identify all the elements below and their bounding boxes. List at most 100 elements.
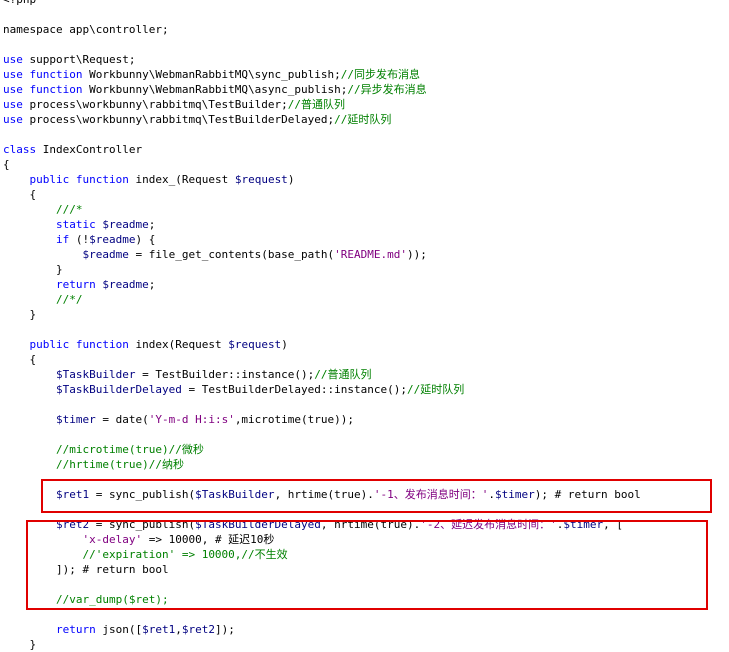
code-line: $readme = file_get_contents(base_path('R… <box>3 247 427 262</box>
code-token: use <box>3 98 23 111</box>
code-line: { <box>3 157 10 172</box>
highlight-box-ret2 <box>26 520 708 610</box>
code-token: //延时队列 <box>407 383 465 396</box>
code-token: Workbunny\WebmanRabbitMQ\async_publish; <box>82 83 348 96</box>
code-token: return <box>55 278 96 291</box>
code-line: { <box>3 352 36 367</box>
code-token: $readme <box>102 218 149 231</box>
code-token: use <box>3 113 23 126</box>
code-token: } <box>3 263 63 276</box>
code-token: = file_get_contents(base_path( <box>128 248 335 261</box>
code-token: (! <box>69 233 90 246</box>
code-line: //hrtime(true)//纳秒 <box>3 457 184 472</box>
code-token: ; <box>148 218 156 231</box>
code-token: Workbunny\WebmanRabbitMQ\sync_publish; <box>82 68 341 81</box>
code-token: public <box>29 338 70 351</box>
code-line: $timer = date('Y-m-d H:i:s',microtime(tr… <box>3 412 354 427</box>
code-line: //*/ <box>3 292 83 307</box>
code-token: static <box>55 218 96 231</box>
code-token: process\workbunny\rabbitmq\TestBuilder; <box>22 98 288 111</box>
code-line: } <box>3 637 36 652</box>
code-line: use support\Request; <box>3 52 135 67</box>
code-token: ) <box>287 173 295 186</box>
code-token: = TestBuilderDelayed::instance(); <box>181 383 407 396</box>
code-token: 'Y-m-d H:i:s' <box>148 413 235 426</box>
code-line: use function Workbunny\WebmanRabbitMQ\sy… <box>3 67 420 82</box>
code-token: function <box>75 338 129 351</box>
code-token: //普通队列 <box>314 368 372 381</box>
code-line: { <box>3 187 36 202</box>
code-line: <?php <box>3 0 36 7</box>
code-token: $timer <box>55 413 96 426</box>
code-token: $request <box>234 173 288 186</box>
code-token: index_(Request <box>128 173 235 186</box>
code-token: use <box>3 68 23 81</box>
code-token: return <box>55 623 96 636</box>
code-token: { <box>3 353 37 366</box>
code-token: , <box>175 623 182 636</box>
code-line: if (!$readme) { <box>3 232 155 247</box>
code-line: use process\workbunny\rabbitmq\TestBuild… <box>3 97 345 112</box>
code-token: $TaskBuilderDelayed <box>55 383 182 396</box>
code-token: use <box>3 53 23 66</box>
code-token: $TaskBuilder <box>55 368 136 381</box>
code-token: use <box>3 83 23 96</box>
code-token: = date( <box>95 413 149 426</box>
code-token: <?php <box>3 0 36 6</box>
code-token: class <box>3 143 37 156</box>
code-line: class IndexController <box>3 142 142 157</box>
code-line: ///* <box>3 202 83 217</box>
code-token: = TestBuilder::instance(); <box>135 368 315 381</box>
code-token: ) { <box>135 233 156 246</box>
code-token: $request <box>228 338 282 351</box>
code-token: public <box>29 173 70 186</box>
code-token: support\Request; <box>22 53 136 66</box>
code-token: $readme <box>89 233 136 246</box>
code-token: //hrtime(true)//纳秒 <box>55 458 184 471</box>
code-token: ,microtime(true)); <box>234 413 355 426</box>
code-token: function <box>75 173 129 186</box>
code-token: } <box>3 308 37 321</box>
code-token: ) <box>281 338 288 351</box>
code-line: $TaskBuilder = TestBuilder::instance();/… <box>3 367 372 382</box>
code-line: public function index_(Request $request) <box>3 172 295 187</box>
code-token: $readme <box>82 248 129 261</box>
code-line: return json([$ret1,$ret2]); <box>3 622 235 637</box>
code-token: process\workbunny\rabbitmq\TestBuilderDe… <box>22 113 335 126</box>
code-token: json([ <box>95 623 143 636</box>
code-line: static $readme; <box>3 217 155 232</box>
code-token: $readme <box>102 278 149 291</box>
code-token: function <box>29 83 83 96</box>
code-line: return $readme; <box>3 277 155 292</box>
code-line: } <box>3 262 63 277</box>
code-token: //延时队列 <box>334 113 392 126</box>
code-token: IndexController <box>36 143 143 156</box>
code-token: //microtime(true)//微秒 <box>55 443 204 456</box>
code-line: $TaskBuilderDelayed = TestBuilderDelayed… <box>3 382 464 397</box>
code-token: { <box>3 158 10 171</box>
code-line: public function index(Request $request) <box>3 337 288 352</box>
code-token: { <box>3 188 37 201</box>
code-token: ; <box>148 278 156 291</box>
code-token: index(Request <box>128 338 229 351</box>
code-token: namespace app\controller; <box>3 23 169 36</box>
code-token: //异步发布消息 <box>347 83 427 96</box>
code-token: if <box>55 233 70 246</box>
code-token: )); <box>407 248 427 261</box>
